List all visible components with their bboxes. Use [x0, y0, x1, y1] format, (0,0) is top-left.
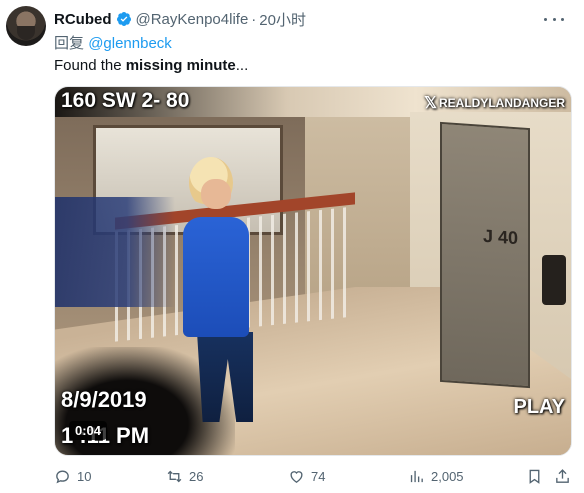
watermark-text: REALDYLANDANGER	[439, 96, 565, 110]
post-header: RCubed @RayKenpo4life · 20小时	[54, 9, 306, 29]
verified-badge-icon	[116, 12, 131, 26]
reply-icon	[56, 470, 69, 483]
post-text-start: Found the	[54, 57, 126, 74]
post-text-bold: missing minute	[125, 57, 236, 74]
door	[440, 121, 530, 389]
person-figure	[183, 217, 249, 337]
share-button[interactable]	[554, 468, 571, 485]
video-media[interactable]: J 40 160 SW 2- 80 𝕏 REALDYLANDANGER 8/9/2…	[54, 86, 572, 456]
share-icon	[556, 468, 569, 483]
reply-button[interactable]: 10	[54, 468, 91, 485]
action-bar: 10 26 74 2,005	[54, 466, 572, 486]
bookmark-button[interactable]	[526, 468, 543, 485]
views-icon	[410, 470, 423, 482]
author-handle[interactable]: @RayKenpo4life	[136, 11, 249, 28]
post-time[interactable]: 20小时	[259, 9, 306, 30]
bookmark-icon	[529, 469, 540, 484]
repost-button[interactable]: 26	[166, 468, 203, 485]
door-number: J 40	[483, 225, 519, 249]
more-icon[interactable]	[544, 11, 564, 27]
views-button[interactable]: 2,005	[408, 468, 464, 485]
like-count: 74	[311, 468, 326, 484]
reply-context: 回复 @glennbeck	[54, 32, 172, 53]
views-count: 2,005	[431, 468, 464, 484]
video-duration-badge: 0:04	[69, 421, 108, 440]
reply-prefix: 回复	[54, 35, 85, 52]
post-text: Found the missing minute...	[54, 57, 248, 74]
reply-mention-link[interactable]: @glennbeck	[88, 35, 172, 52]
camera-id: 160 SW 2- 80	[61, 89, 190, 112]
osd-date: 8/9/2019	[61, 387, 147, 412]
repost-count: 26	[189, 468, 204, 484]
avatar-beard	[17, 26, 35, 40]
watermark: 𝕏 REALDYLANDANGER	[424, 93, 565, 113]
reply-count: 10	[77, 468, 92, 484]
author-name[interactable]: RCubed	[54, 11, 112, 28]
avatar[interactable]	[6, 6, 46, 46]
repost-icon	[167, 470, 182, 482]
separator: ·	[251, 10, 257, 28]
like-button[interactable]: 74	[288, 468, 325, 485]
osd-play: PLAY	[513, 396, 565, 418]
post-text-end: ...	[235, 57, 249, 74]
wall-phone	[542, 255, 566, 305]
like-icon	[290, 470, 303, 483]
x-logo-icon: 𝕏	[424, 95, 437, 112]
